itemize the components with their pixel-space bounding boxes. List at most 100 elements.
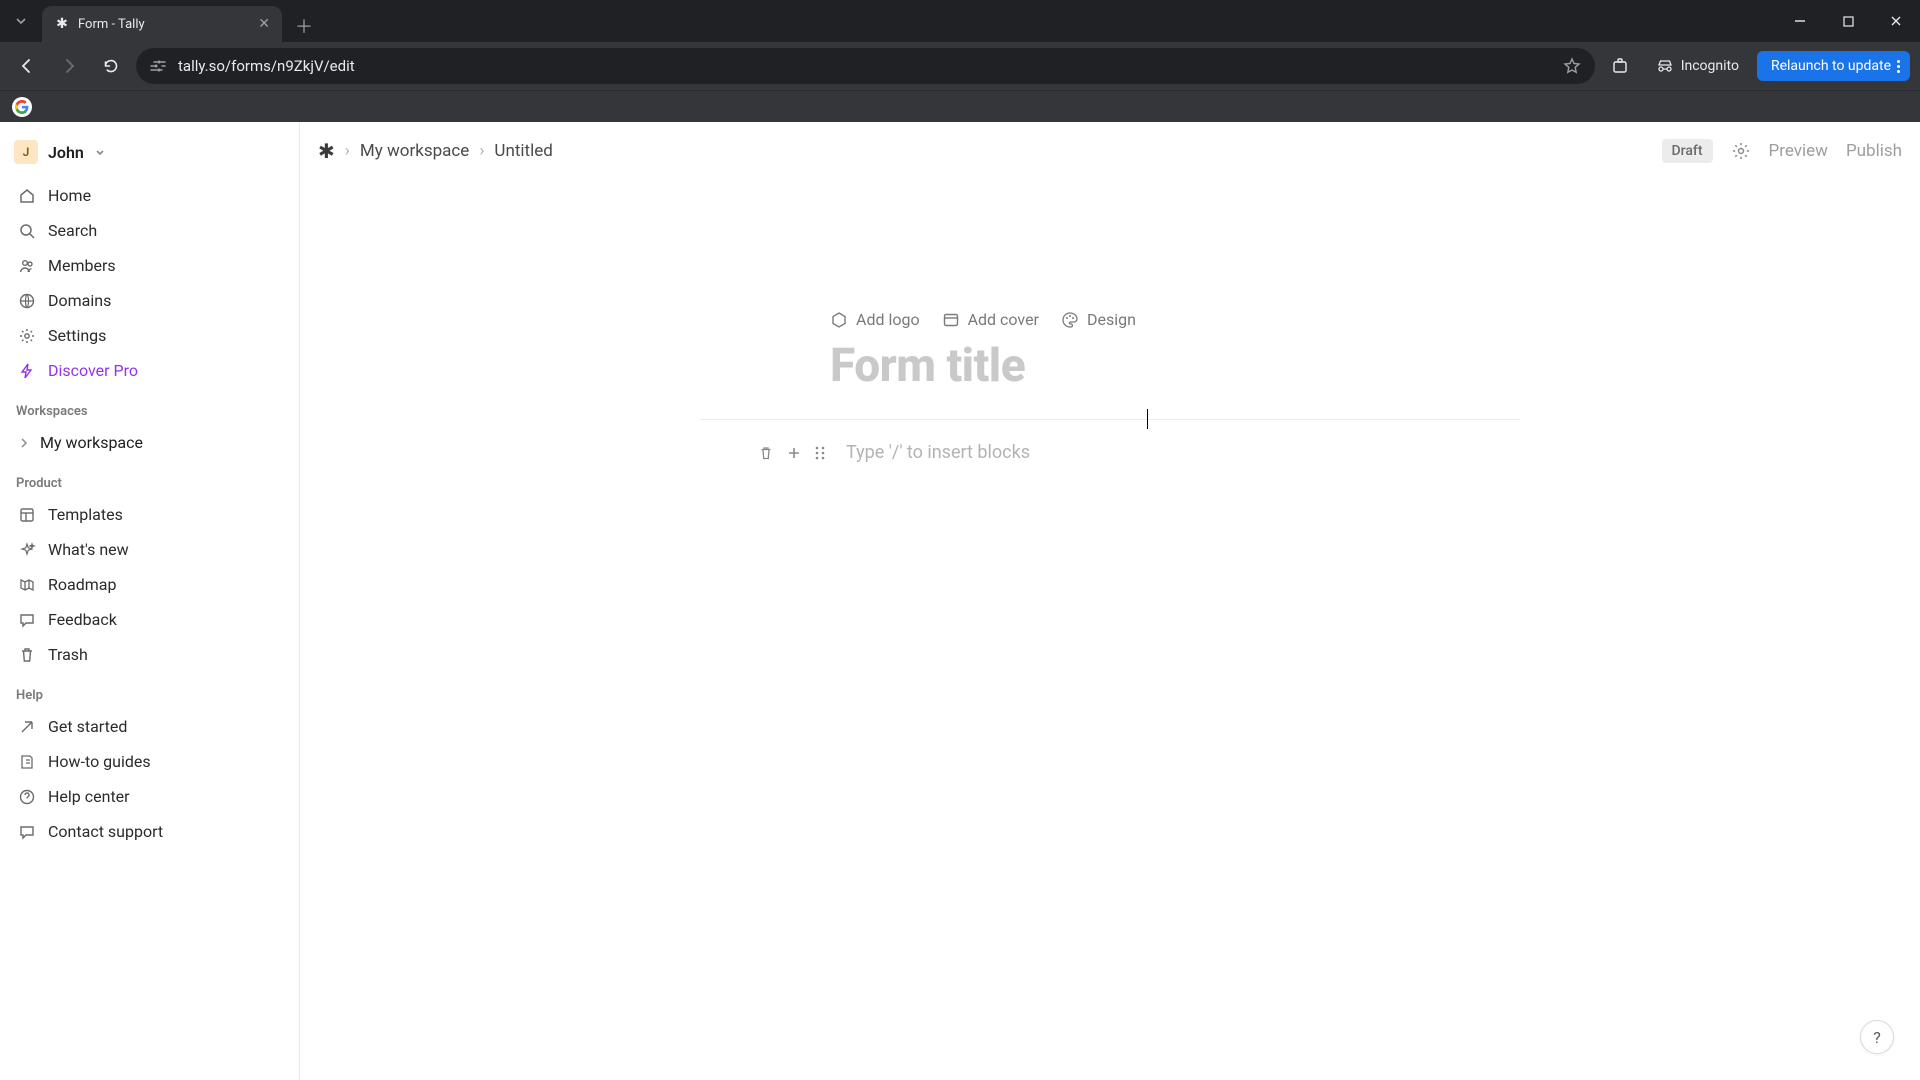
topbar-actions: Draft Preview Publish bbox=[1662, 139, 1902, 163]
map-icon bbox=[18, 576, 36, 594]
sidebar-item-home[interactable]: Home bbox=[8, 178, 291, 213]
sidebar-item-settings[interactable]: Settings bbox=[8, 318, 291, 353]
close-window-button[interactable] bbox=[1872, 0, 1920, 42]
block-input[interactable]: Type '/' to insert blocks bbox=[842, 442, 1030, 463]
sidebar-item-contact-support[interactable]: Contact support bbox=[8, 814, 291, 849]
bookmarks-bar bbox=[0, 90, 1920, 122]
forward-button[interactable] bbox=[52, 49, 86, 83]
browser-titlebar: ✱ Form - Tally ✕ ＋ bbox=[0, 0, 1920, 42]
relaunch-update-button[interactable]: Relaunch to update bbox=[1757, 51, 1910, 81]
relaunch-label: Relaunch to update bbox=[1771, 58, 1891, 74]
add-logo-button[interactable]: Add logo bbox=[830, 310, 920, 329]
arrow-icon bbox=[18, 718, 36, 736]
bookmark-star-icon[interactable] bbox=[1563, 57, 1581, 75]
bookmark-google-icon[interactable] bbox=[12, 97, 32, 117]
sidebar-item-members[interactable]: Members bbox=[8, 248, 291, 283]
design-button[interactable]: Design bbox=[1061, 310, 1136, 329]
tab-close-icon[interactable]: ✕ bbox=[258, 16, 270, 32]
chevron-right-icon bbox=[18, 437, 30, 449]
sidebar-item-label: Home bbox=[48, 186, 91, 205]
sidebar-item-label: Discover Pro bbox=[48, 361, 138, 380]
browser-tab[interactable]: ✱ Form - Tally ✕ bbox=[42, 6, 282, 42]
block-row: Type '/' to insert blocks bbox=[700, 442, 1520, 463]
sidebar-item-label: Feedback bbox=[48, 610, 117, 629]
home-icon bbox=[18, 187, 36, 205]
question-icon: ? bbox=[1873, 1028, 1881, 1047]
tally-logo-icon[interactable]: ✱ bbox=[318, 139, 335, 163]
preview-button[interactable]: Preview bbox=[1769, 141, 1828, 161]
cover-actions: Add logo Add cover Design bbox=[700, 310, 1520, 329]
breadcrumb-form[interactable]: Untitled bbox=[494, 141, 552, 161]
sidebar: J John Home Search Members Domains Setti… bbox=[0, 122, 300, 1080]
lightning-icon bbox=[18, 362, 36, 380]
sidebar-item-domains[interactable]: Domains bbox=[8, 283, 291, 318]
site-settings-icon[interactable] bbox=[150, 58, 166, 74]
sidebar-item-label: Search bbox=[48, 221, 97, 240]
sidebar-item-how-to-guides[interactable]: How-to guides bbox=[8, 744, 291, 779]
browser-chrome: ✱ Form - Tally ✕ ＋ tally.so/forms/n9ZkjV… bbox=[0, 0, 1920, 122]
user-menu[interactable]: J John bbox=[8, 132, 291, 178]
form-settings-gear-icon[interactable] bbox=[1731, 141, 1751, 161]
add-cover-label: Add cover bbox=[968, 310, 1039, 329]
drag-handle-icon[interactable] bbox=[814, 445, 832, 461]
sidebar-item-discover-pro[interactable]: Discover Pro bbox=[8, 353, 291, 388]
sparkle-icon bbox=[18, 541, 36, 559]
new-tab-button[interactable]: ＋ bbox=[288, 10, 320, 42]
help-icon bbox=[18, 788, 36, 806]
status-badge: Draft bbox=[1662, 139, 1713, 163]
publish-button[interactable]: Publish bbox=[1846, 141, 1902, 161]
globe-icon bbox=[18, 292, 36, 310]
sidebar-item-templates[interactable]: Templates bbox=[8, 497, 291, 532]
window-controls bbox=[1776, 0, 1920, 42]
add-cover-button[interactable]: Add cover bbox=[942, 310, 1039, 329]
product-header: Product bbox=[8, 460, 291, 497]
palette-icon bbox=[1061, 311, 1079, 329]
book-icon bbox=[18, 753, 36, 771]
reload-button[interactable] bbox=[94, 49, 128, 83]
sidebar-item-label: Contact support bbox=[48, 822, 163, 841]
sidebar-item-help-center[interactable]: Help center bbox=[8, 779, 291, 814]
sidebar-item-roadmap[interactable]: Roadmap bbox=[8, 567, 291, 602]
templates-icon bbox=[18, 506, 36, 524]
text-cursor bbox=[1147, 409, 1148, 429]
more-icon bbox=[1897, 60, 1900, 73]
sidebar-item-label: Roadmap bbox=[48, 575, 116, 594]
sidebar-item-label: Members bbox=[48, 256, 116, 275]
tab-favicon-asterisk-icon: ✱ bbox=[54, 16, 70, 32]
url-text: tally.so/forms/n9ZkjV/edit bbox=[178, 57, 355, 75]
topbar: ✱ › My workspace › Untitled Draft Previe… bbox=[300, 122, 1920, 180]
add-logo-label: Add logo bbox=[856, 310, 920, 329]
chevron-down-icon bbox=[94, 146, 106, 158]
address-bar[interactable]: tally.so/forms/n9ZkjV/edit bbox=[136, 48, 1595, 84]
app-root: J John Home Search Members Domains Setti… bbox=[0, 122, 1920, 1080]
sidebar-item-label: How-to guides bbox=[48, 752, 151, 771]
chat-icon bbox=[18, 823, 36, 841]
tab-search-dropdown[interactable] bbox=[0, 0, 42, 42]
form-title-input[interactable]: Form title bbox=[700, 339, 1520, 393]
back-button[interactable] bbox=[10, 49, 44, 83]
sidebar-item-trash[interactable]: Trash bbox=[8, 637, 291, 672]
user-name: John bbox=[48, 143, 84, 162]
chevron-right-icon: › bbox=[345, 141, 350, 161]
sidebar-item-feedback[interactable]: Feedback bbox=[8, 602, 291, 637]
sidebar-item-label: Trash bbox=[48, 645, 88, 664]
workspace-item[interactable]: My workspace bbox=[8, 425, 291, 460]
sidebar-item-whats-new[interactable]: What's new bbox=[8, 532, 291, 567]
help-header: Help bbox=[8, 672, 291, 709]
incognito-label: Incognito bbox=[1681, 58, 1739, 74]
maximize-button[interactable] bbox=[1824, 0, 1872, 42]
add-block-icon[interactable] bbox=[786, 445, 804, 461]
trash-icon bbox=[18, 646, 36, 664]
extensions-icon[interactable] bbox=[1603, 49, 1637, 83]
sidebar-item-get-started[interactable]: Get started bbox=[8, 709, 291, 744]
editor-canvas: Add logo Add cover Design Form title bbox=[300, 180, 1920, 463]
sidebar-item-label: Settings bbox=[48, 326, 106, 345]
delete-block-icon[interactable] bbox=[758, 445, 776, 461]
tab-title: Form - Tally bbox=[78, 17, 145, 32]
help-fab[interactable]: ? bbox=[1860, 1020, 1894, 1054]
sidebar-item-search[interactable]: Search bbox=[8, 213, 291, 248]
incognito-indicator[interactable]: Incognito bbox=[1645, 56, 1749, 76]
minimize-button[interactable] bbox=[1776, 0, 1824, 42]
breadcrumb-workspace[interactable]: My workspace bbox=[360, 141, 469, 161]
design-label: Design bbox=[1087, 310, 1136, 329]
